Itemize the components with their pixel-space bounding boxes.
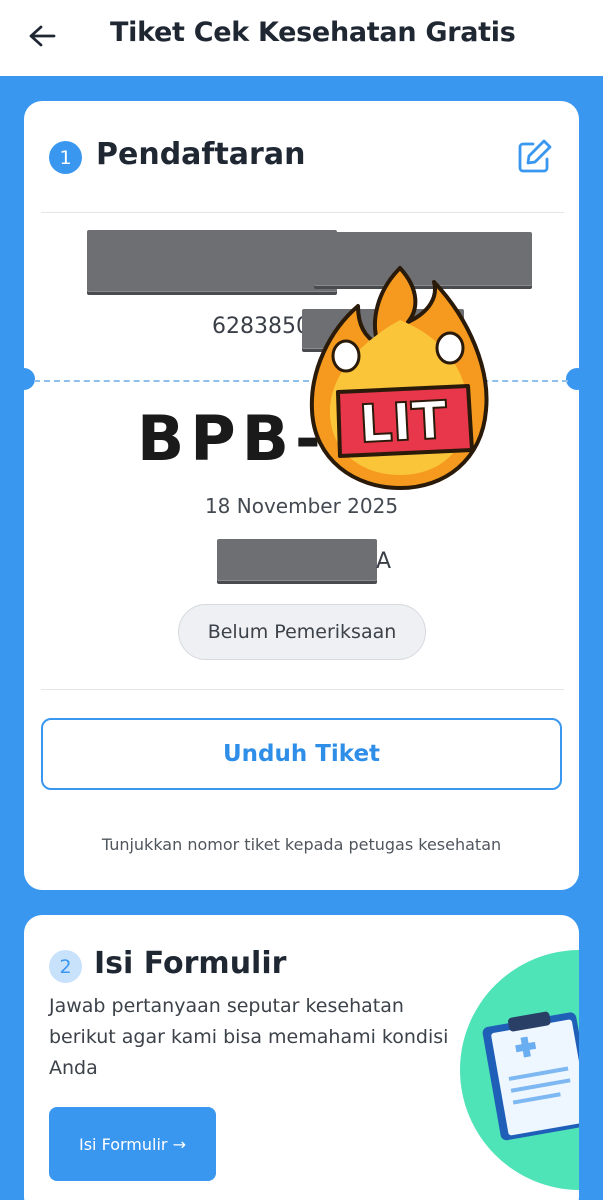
clipboard-medical-icon [460, 950, 579, 1190]
lit-text: LIT [358, 391, 450, 456]
form-title: Isi Formulir [94, 946, 287, 981]
back-button[interactable] [22, 18, 62, 54]
form-description: Jawab pertanyaan seputar kesehatan berik… [49, 995, 449, 1079]
ticket-notch-right [566, 368, 588, 390]
step-badge-2: 2 [49, 950, 82, 983]
status-badge: Belum Pemeriksaan [178, 604, 426, 660]
app-header: Tiket Cek Kesehatan Gratis [0, 0, 603, 76]
download-ticket-button[interactable]: Unduh Tiket [41, 718, 562, 790]
clipboard-illustration [460, 935, 579, 1200]
fill-form-button[interactable]: Isi Formulir → [49, 1107, 216, 1181]
lit-fire-sticker: LIT [300, 260, 500, 500]
edit-icon [518, 139, 552, 173]
redacted-location [217, 539, 377, 581]
ticket-number: BPB- [137, 402, 327, 475]
divider-top [41, 212, 564, 213]
location-suffix: A [376, 549, 392, 574]
ticket-hint: Tunjukkan nomor tiket kepada petugas kes… [101, 835, 502, 854]
arrow-left-icon [29, 25, 56, 47]
divider-bottom [41, 689, 564, 690]
ticket-notch-left [13, 368, 35, 390]
edit-button[interactable] [516, 138, 554, 174]
registration-title: Pendaftaran [96, 137, 306, 172]
step-badge-1: 1 [49, 141, 82, 174]
page-title: Tiket Cek Kesehatan Gratis [110, 17, 516, 48]
phone-number: 6283850 [212, 314, 310, 339]
